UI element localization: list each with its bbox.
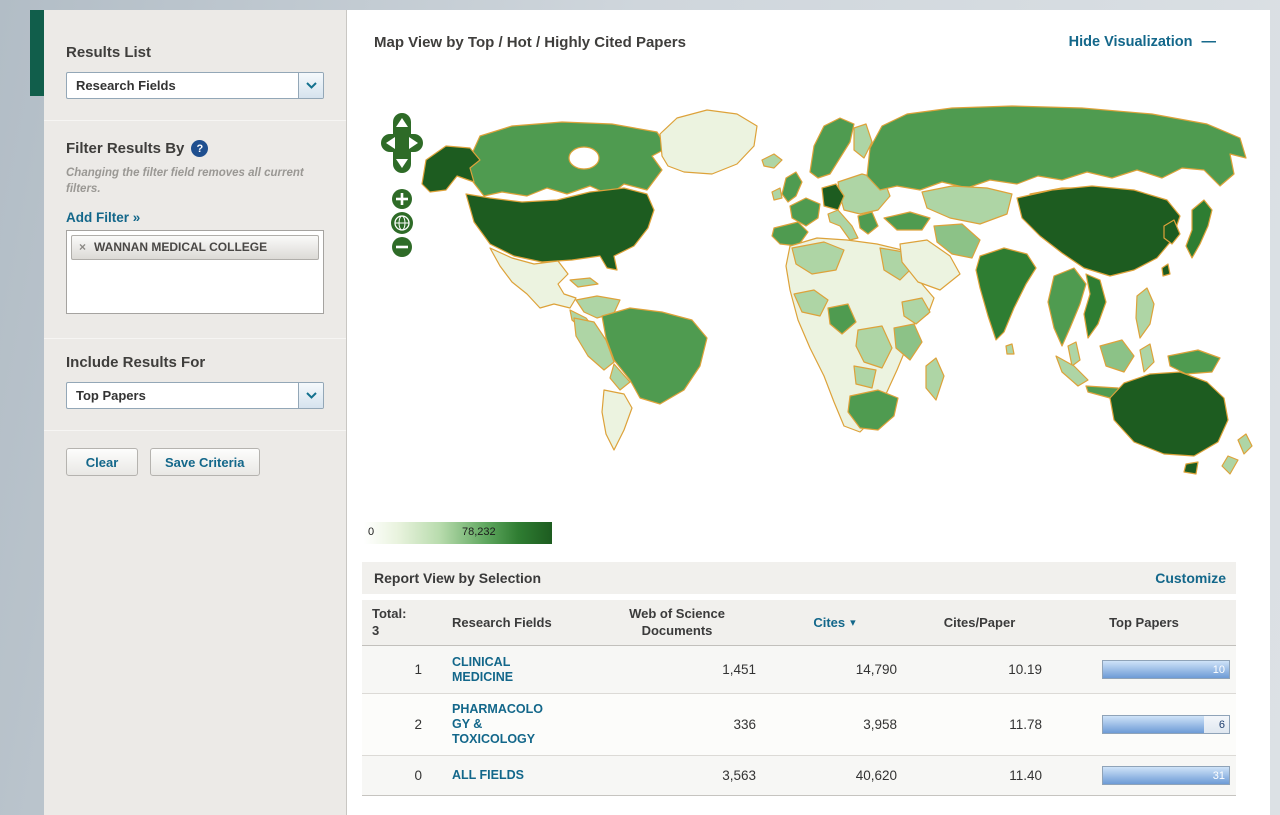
- save-criteria-button[interactable]: Save Criteria: [150, 448, 260, 476]
- main-panel: Map View by Top / Hot / Highly Cited Pap…: [348, 10, 1270, 815]
- sidebar-divider: [44, 430, 346, 431]
- include-results-value: Top Papers: [67, 388, 298, 403]
- filter-results-heading: Filter Results By: [66, 140, 184, 157]
- header-wos-documents[interactable]: Web of Science Documents: [592, 600, 762, 645]
- include-results-dropdown[interactable]: Top Papers: [66, 382, 324, 409]
- legend-max: 78,232: [462, 526, 496, 538]
- row-docs: 336: [592, 694, 762, 755]
- row-cites: 14,790: [762, 646, 907, 693]
- cites-label: Cites: [813, 615, 845, 630]
- filter-box: × WANNAN MEDICAL COLLEGE: [66, 230, 324, 314]
- header-cites[interactable]: Cites ▾: [762, 600, 907, 645]
- wos-line2: Documents: [642, 623, 713, 640]
- table-row: 1 CLINICAL MEDICINE 1,451 14,790 10.19 1…: [362, 646, 1236, 694]
- table-header-row: Total: 3 Research Fields Web of Science …: [362, 600, 1236, 646]
- total-count: 3: [372, 623, 379, 640]
- row-docs: 1,451: [592, 646, 762, 693]
- region-europe[interactable]: [762, 118, 890, 246]
- corner-accent: [30, 10, 44, 96]
- report-table: Total: 3 Research Fields Web of Science …: [362, 600, 1236, 796]
- add-filter-link[interactable]: Add Filter »: [66, 210, 140, 225]
- map-pan-control[interactable]: [380, 112, 424, 179]
- sidebar: Results List Research Fields Filter Resu…: [44, 10, 347, 815]
- bar-fill: [1103, 767, 1229, 784]
- chevron-down-icon: [298, 73, 323, 98]
- minus-icon: —: [1202, 34, 1217, 50]
- header-top-papers[interactable]: Top Papers: [1052, 600, 1236, 645]
- table-row: 2 PHARMACOLOGY & TOXICOLOGY 336 3,958 11…: [362, 694, 1236, 756]
- legend-min: 0: [368, 526, 374, 538]
- top-papers-bar: 31: [1102, 766, 1230, 785]
- row-cites-per-paper: 11.78: [907, 694, 1052, 755]
- row-cites: 3,958: [762, 694, 907, 755]
- bar-value: 10: [1213, 664, 1225, 676]
- bar-value: 31: [1213, 770, 1225, 782]
- map-legend: 0 78,232: [364, 522, 552, 544]
- clear-button[interactable]: Clear: [66, 448, 138, 476]
- top-papers-bar: 6: [1102, 715, 1230, 734]
- total-label: Total:: [372, 606, 406, 623]
- row-rank: 0: [362, 756, 434, 795]
- row-rank: 1: [362, 646, 434, 693]
- report-title: Report View by Selection: [374, 562, 541, 594]
- map-zoom-control[interactable]: [389, 188, 415, 263]
- include-results-heading: Include Results For: [66, 354, 205, 371]
- sort-desc-icon: ▾: [850, 616, 856, 629]
- report-section: Report View by Selection Customize Total…: [362, 562, 1236, 796]
- zoom-in-icon: [392, 189, 412, 209]
- header-total: Total: 3: [362, 600, 434, 645]
- row-cites-per-paper: 11.40: [907, 756, 1052, 795]
- page: Results List Research Fields Filter Resu…: [0, 0, 1280, 815]
- filter-note: Changing the filter field removes all cu…: [66, 166, 318, 197]
- map-visualization[interactable]: 0 78,232: [362, 98, 1270, 550]
- help-icon[interactable]: ?: [191, 140, 208, 157]
- field-link[interactable]: PHARMACOLOGY & TOXICOLOGY: [452, 702, 548, 747]
- globe-icon: [391, 212, 413, 234]
- header-cites-per-paper[interactable]: Cites/Paper: [907, 600, 1052, 645]
- row-cites-per-paper: 10.19: [907, 646, 1052, 693]
- row-rank: 2: [362, 694, 434, 755]
- customize-link[interactable]: Customize: [1155, 562, 1226, 594]
- zoom-out-icon: [392, 237, 412, 257]
- wos-line1: Web of Science: [629, 606, 725, 623]
- row-cites: 40,620: [762, 756, 907, 795]
- sidebar-divider: [44, 338, 346, 339]
- hide-visualization-label: Hide Visualization: [1069, 34, 1193, 50]
- report-header-band: Report View by Selection Customize: [362, 562, 1236, 594]
- map-view-title: Map View by Top / Hot / Highly Cited Pap…: [374, 34, 686, 51]
- top-papers-bar: 10: [1102, 660, 1230, 679]
- filter-tag-label: WANNAN MEDICAL COLLEGE: [94, 240, 312, 255]
- field-link[interactable]: CLINICAL MEDICINE: [452, 655, 548, 685]
- bar-fill: [1103, 716, 1204, 733]
- hide-visualization-link[interactable]: Hide Visualization —: [1069, 34, 1216, 50]
- row-docs: 3,563: [592, 756, 762, 795]
- sidebar-divider: [44, 120, 346, 121]
- results-list-value: Research Fields: [67, 78, 298, 93]
- region-south-america[interactable]: [574, 296, 707, 450]
- table-row: 0 ALL FIELDS 3,563 40,620 11.40 31: [362, 756, 1236, 796]
- header-research-fields[interactable]: Research Fields: [434, 600, 592, 645]
- bar-fill: [1103, 661, 1229, 678]
- app-window: Results List Research Fields Filter Resu…: [44, 10, 1270, 815]
- field-link[interactable]: ALL FIELDS: [452, 768, 548, 783]
- region-oceania[interactable]: [1110, 350, 1252, 474]
- remove-filter-icon[interactable]: ×: [79, 240, 86, 254]
- chevron-down-icon: [298, 383, 323, 408]
- bar-value: 6: [1219, 719, 1225, 731]
- world-map[interactable]: [362, 98, 1270, 510]
- results-list-heading: Results List: [66, 44, 151, 61]
- filter-tag[interactable]: × WANNAN MEDICAL COLLEGE: [71, 235, 319, 260]
- results-list-dropdown[interactable]: Research Fields: [66, 72, 324, 99]
